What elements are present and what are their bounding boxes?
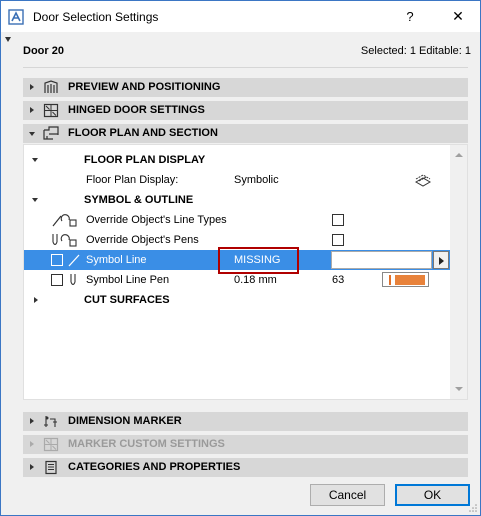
panel-scrollbar[interactable] (450, 145, 467, 399)
pen-color-bar (389, 275, 391, 285)
property-label: Floor Plan Display: (86, 174, 179, 186)
row-symbol-line-pen[interactable]: Symbol Line Pen 0.18 mm 63 (24, 270, 451, 290)
header-divider (23, 67, 468, 68)
element-name: Door 20 (23, 45, 64, 57)
symbol-line-link-checkbox[interactable] (51, 254, 63, 266)
section-floor-plan-section[interactable]: FLOOR PLAN AND SECTION (23, 124, 468, 143)
symbol-line-pen-link-checkbox[interactable] (51, 274, 63, 286)
expand-arrow-icon (30, 418, 34, 424)
collapse-arrow-icon[interactable] (32, 158, 38, 162)
property-label: Symbol Line (86, 254, 147, 266)
line-type-popup-button[interactable] (433, 251, 449, 269)
archicad-app-icon (8, 9, 24, 25)
section-categories-properties[interactable]: CATEGORIES AND PROPERTIES (23, 458, 468, 477)
group-row-cut-surfaces[interactable]: CUT SURFACES (24, 290, 451, 310)
resize-grip-icon[interactable] (468, 503, 478, 513)
property-label: Override Object's Line Types (86, 214, 227, 226)
line-type-preview-field[interactable] (331, 251, 432, 269)
categories-icon (45, 460, 57, 475)
row-override-line-types[interactable]: Override Object's Line Types (24, 210, 451, 230)
pen-number[interactable]: 63 (332, 274, 344, 286)
override-pens-checkbox[interactable] (332, 234, 344, 246)
section-dimension-marker[interactable]: DIMENSION MARKER (23, 412, 468, 431)
section-label: DIMENSION MARKER (68, 415, 182, 427)
expand-arrow-icon (30, 441, 34, 447)
row-symbol-line[interactable]: Symbol Line MISSING (24, 247, 451, 274)
hinged-door-icon (43, 103, 59, 118)
section-label: CATEGORIES AND PROPERTIES (68, 461, 241, 473)
preview-icon (44, 80, 58, 93)
close-button[interactable]: ✕ (446, 6, 470, 26)
group-row-floor-plan-display[interactable]: FLOOR PLAN DISPLAY (24, 150, 451, 170)
property-value[interactable]: Symbolic (234, 174, 279, 186)
collapse-arrow-icon (29, 132, 35, 136)
collapse-all-icon[interactable] (5, 37, 11, 42)
property-label: Symbol Line Pen (86, 274, 170, 286)
group-label: CUT SURFACES (84, 294, 170, 306)
pen-icon (70, 274, 76, 286)
group-label: FLOOR PLAN DISPLAY (84, 154, 206, 166)
dimension-marker-icon (44, 416, 57, 427)
display-mode-icon[interactable] (414, 172, 432, 188)
expand-arrow-icon (30, 464, 34, 470)
section-label: PREVIEW AND POSITIONING (68, 81, 221, 93)
floor-plan-icon (43, 126, 59, 140)
expand-arrow-icon (30, 84, 34, 90)
section-marker-custom-settings: MARKER CUSTOM SETTINGS (23, 435, 468, 454)
title-bar: Door Selection Settings ? ✕ (1, 1, 480, 32)
pen-color-fill (395, 275, 425, 285)
line-icon (68, 254, 80, 267)
selection-info: Selected: 1 Editable: 1 (360, 45, 471, 57)
expand-arrow-icon[interactable] (34, 297, 38, 303)
help-button[interactable]: ? (400, 8, 420, 26)
scroll-down-icon[interactable] (455, 387, 463, 391)
dialog-window: Door Selection Settings ? ✕ Door 20 Sele… (0, 0, 481, 516)
cancel-button[interactable]: Cancel (310, 484, 385, 506)
pen-weight-value: 0.18 mm (234, 274, 277, 286)
pen-color-swatch[interactable] (382, 272, 429, 287)
group-label: SYMBOL & OUTLINE (84, 194, 194, 206)
override-line-types-checkbox[interactable] (332, 214, 344, 226)
marker-icon (43, 437, 59, 452)
group-row-symbol-outline[interactable]: SYMBOL & OUTLINE (24, 190, 451, 210)
collapse-arrow-icon[interactable] (32, 198, 38, 202)
window-title: Door Selection Settings (33, 10, 159, 24)
scroll-up-icon[interactable] (455, 153, 463, 157)
floor-plan-settings-panel: FLOOR PLAN DISPLAY Floor Plan Display: S… (23, 144, 468, 400)
popup-arrow-icon (439, 257, 444, 265)
property-label: Override Object's Pens (86, 234, 199, 246)
ok-button[interactable]: OK (395, 484, 470, 506)
row-floor-plan-display[interactable]: Floor Plan Display: Symbolic (24, 170, 451, 190)
line-type-link-icon (52, 214, 77, 227)
expand-arrow-icon (30, 107, 34, 113)
pen-link-icon (52, 234, 77, 247)
section-label: FLOOR PLAN AND SECTION (68, 127, 218, 139)
section-hinged-door[interactable]: HINGED DOOR SETTINGS (23, 101, 468, 120)
section-preview-positioning[interactable]: PREVIEW AND POSITIONING (23, 78, 468, 97)
section-label: MARKER CUSTOM SETTINGS (68, 438, 225, 450)
section-label: HINGED DOOR SETTINGS (68, 104, 205, 116)
